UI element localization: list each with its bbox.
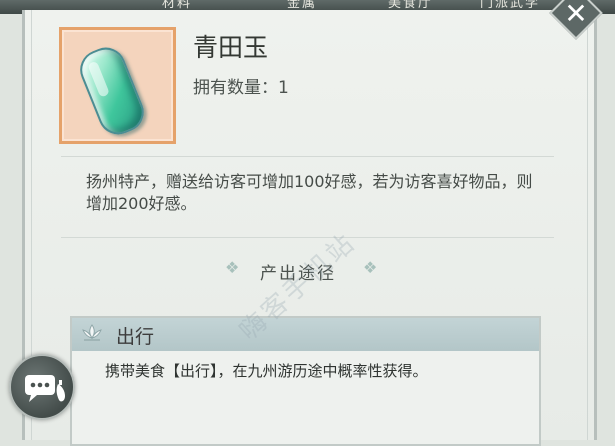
divider-top [61, 156, 554, 157]
source-title: 出行 [116, 326, 155, 348]
chat-icon[interactable] [23, 372, 67, 406]
item-name: 青田玉 [193, 33, 269, 62]
item-description: 扬州特产，赠送给访客可增加100好感，若为访客喜好物品，则增加200好感。 [86, 172, 533, 213]
chat-button[interactable] [9, 354, 75, 420]
close-icon[interactable]: ✕ [556, 0, 596, 32]
source-text: 携带美食【出行】，在九州游历途中概率性获得。 [105, 362, 428, 380]
owned-count: 拥有数量：1 [193, 73, 289, 98]
source-card-header: 出行 [72, 318, 539, 351]
owned-value: 1 [278, 78, 289, 98]
divider-bottom [61, 237, 554, 238]
item-icon-frame [59, 27, 176, 144]
lotus-icon [82, 324, 102, 341]
diamond-right-icon: ❖ [363, 258, 378, 277]
diamond-left-icon: ❖ [225, 258, 240, 277]
source-card: 出行 携带美食【出行】，在九州游历途中概率性获得。 [70, 316, 541, 446]
jade-item-icon [74, 41, 150, 141]
owned-label: 拥有数量： [193, 78, 278, 98]
